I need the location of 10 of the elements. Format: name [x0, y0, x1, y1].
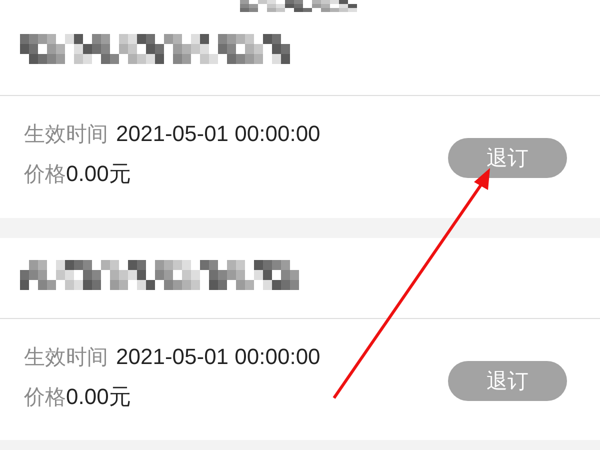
field-label: 生效时间	[24, 122, 108, 146]
effective-time: 2021-05-01 00:00:00	[116, 344, 320, 369]
effective-time: 2021-05-01 00:00:00	[116, 121, 320, 146]
field-label: 生效时间	[24, 345, 108, 369]
unsubscribe-button[interactable]: 退订	[448, 138, 567, 178]
unsubscribe-button[interactable]: 退订	[448, 361, 567, 401]
field-label: 价格	[24, 385, 66, 409]
field-label: 价格	[24, 162, 66, 186]
price-value: 0.00元	[66, 161, 131, 186]
price-value: 0.00元	[66, 384, 131, 409]
